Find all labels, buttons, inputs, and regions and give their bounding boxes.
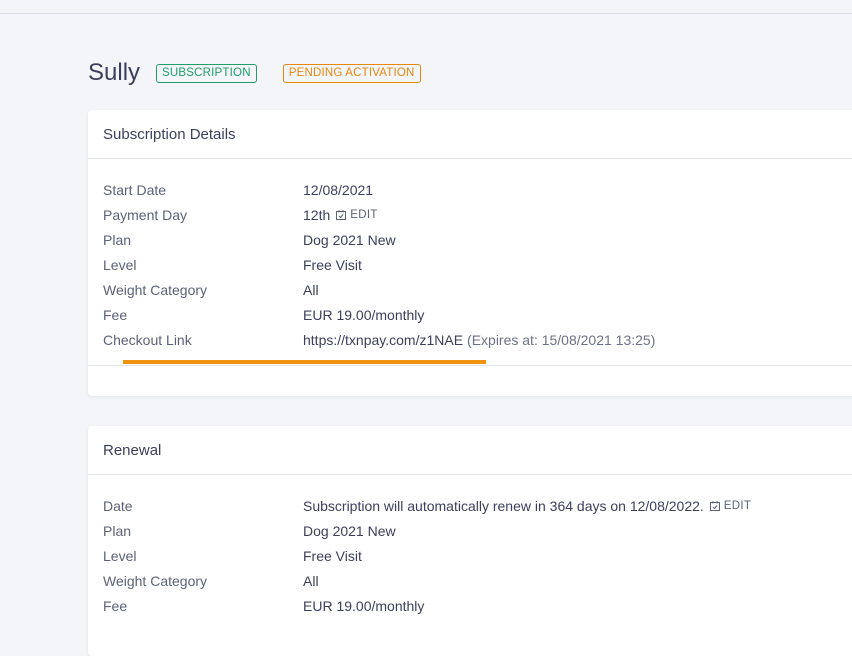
start-date-row: Start Date 12/08/2021 xyxy=(88,177,852,202)
renewal-list: Date Subscription will automatically ren… xyxy=(88,475,852,618)
payment-day-row: Payment Day 12th EDIT xyxy=(88,202,852,227)
renewal-level-row: Level Free Visit xyxy=(88,543,852,568)
field-label: Payment Day xyxy=(103,206,188,223)
page-title: Sully xyxy=(88,59,141,86)
status-badge: PENDING ACTIVATION xyxy=(282,63,421,83)
edit-renewal-date-button[interactable]: EDIT xyxy=(709,499,752,512)
renewal-date-value: Subscription will automatically renew in… xyxy=(303,497,704,514)
divider xyxy=(88,365,852,366)
level-value: Free Visit xyxy=(303,256,362,273)
fee-row: Fee EUR 19.00/monthly xyxy=(88,302,852,327)
card-heading: Renewal xyxy=(88,426,852,475)
payment-day-value: 12th xyxy=(303,206,331,223)
renewal-fee-row: Fee EUR 19.00/monthly xyxy=(88,593,852,618)
edit-label: EDIT xyxy=(723,499,752,512)
edit-label: EDIT xyxy=(350,208,378,221)
plan-row: Plan Dog 2021 New xyxy=(88,227,852,252)
field-label: Start Date xyxy=(103,181,167,198)
calendar-edit-icon xyxy=(336,209,347,220)
field-label: Level xyxy=(103,256,137,273)
fee-value: EUR 19.00/monthly xyxy=(303,306,425,323)
card-heading: Subscription Details xyxy=(88,110,852,159)
calendar-edit-icon xyxy=(709,500,720,511)
renewal-weight-category-value: All xyxy=(303,572,319,589)
renewal-weight-category-row: Weight Category All xyxy=(88,568,852,593)
weight-category-row: Weight Category All xyxy=(88,277,852,302)
renewal-level-value: Free Visit xyxy=(303,547,362,564)
progress-fill xyxy=(123,360,486,364)
renewal-plan-value: Dog 2021 New xyxy=(303,522,396,539)
checkout-link-row: Checkout Link https://txnpay.com/z1NAE (… xyxy=(88,327,852,352)
subscription-badge: SUBSCRIPTION xyxy=(156,63,257,83)
plan-value: Dog 2021 New xyxy=(303,231,396,248)
field-label: Fee xyxy=(103,597,128,614)
level-row: Level Free Visit xyxy=(88,252,852,277)
renewal-card: Renewal Date Subscription will automatic… xyxy=(88,426,852,656)
top-bar xyxy=(0,0,852,14)
checkout-link[interactable]: https://txnpay.com/z1NAE xyxy=(303,332,463,348)
page-header: Sully SUBSCRIPTION PENDING ACTIVATION xyxy=(88,57,421,89)
link-expiry: (Expires at: 15/08/2021 13:25) xyxy=(467,331,656,348)
start-date-value: 12/08/2021 xyxy=(303,181,374,198)
field-label: Date xyxy=(103,497,133,514)
field-label: Checkout Link xyxy=(103,331,192,348)
weight-category-value: All xyxy=(303,281,319,298)
subscription-details-card: Subscription Details Start Date 12/08/20… xyxy=(88,110,852,396)
field-label: Weight Category xyxy=(103,281,208,298)
edit-payment-day-button[interactable]: EDIT xyxy=(336,209,377,221)
field-label: Level xyxy=(103,547,137,564)
renewal-date-row: Date Subscription will automatically ren… xyxy=(88,493,852,518)
renewal-fee-value: EUR 19.00/monthly xyxy=(303,597,425,614)
details-list: Start Date 12/08/2021 Payment Day 12th E… xyxy=(88,159,852,352)
field-label: Plan xyxy=(103,231,132,248)
progress-bar xyxy=(123,360,486,364)
field-label: Weight Category xyxy=(103,572,208,589)
field-label: Plan xyxy=(103,522,132,539)
renewal-plan-row: Plan Dog 2021 New xyxy=(88,518,852,543)
field-label: Fee xyxy=(103,306,128,323)
